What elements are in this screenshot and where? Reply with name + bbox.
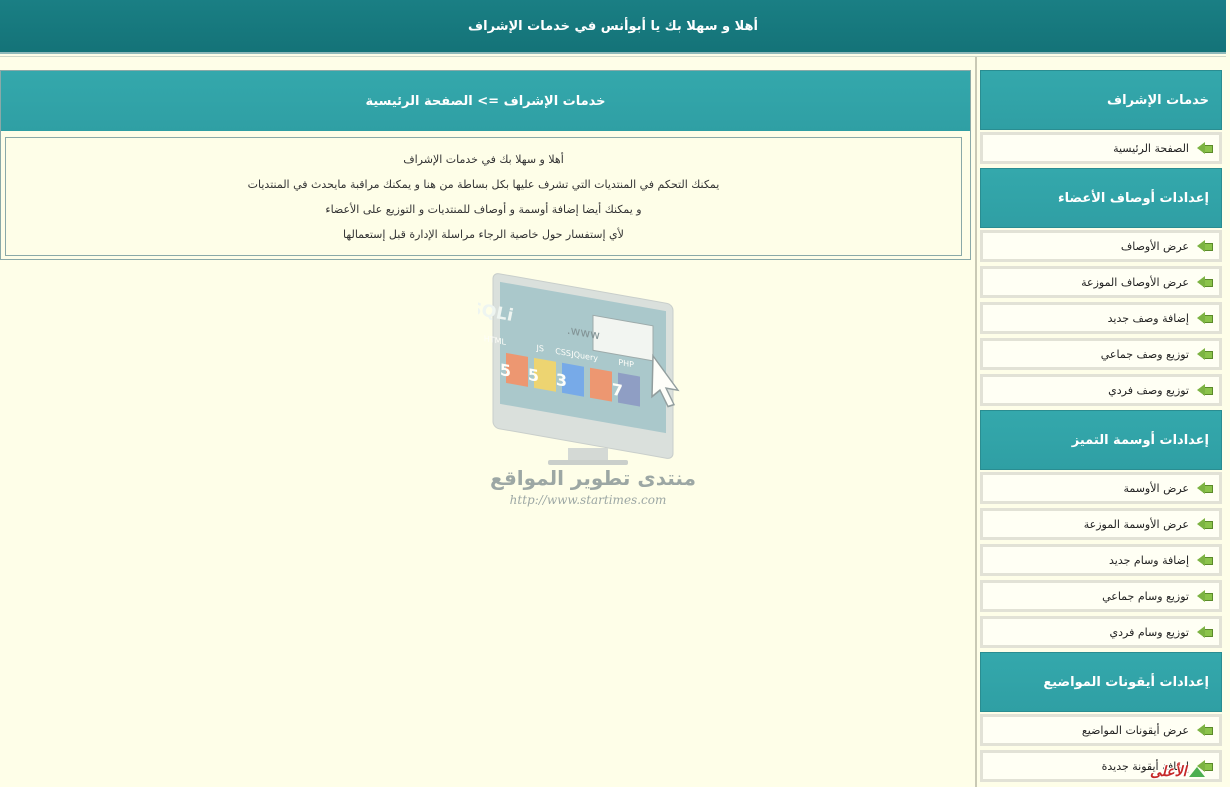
- sidebar-item-label: إضافة وسام جديد: [1109, 553, 1189, 567]
- sidebar-item-home[interactable]: الصفحة الرئيسية: [980, 132, 1222, 164]
- welcome-line: يمكنك التحكم في المنتديات التي تشرف عليه…: [247, 177, 720, 191]
- sidebar-item-label: توزيع وصف جماعي: [1100, 347, 1189, 361]
- arrow-left-icon: [1197, 518, 1213, 530]
- arrow-left-icon: [1197, 482, 1213, 494]
- sidebar-item-add-medal[interactable]: إضافة وسام جديد: [980, 544, 1222, 576]
- sidebar-item-label: عرض أيقونات المواضيع: [1081, 723, 1189, 737]
- sidebar-item-group-description[interactable]: توزيع وصف جماعي: [980, 338, 1222, 370]
- arrow-left-icon: [1197, 142, 1213, 154]
- sidebar-item-label: توزيع وسام جماعي: [1102, 589, 1189, 603]
- sidebar-item-single-medal[interactable]: توزيع وسام فردي: [980, 616, 1222, 648]
- sidebar-header-label: إعدادات أوصاف الأعضاء: [1058, 190, 1209, 206]
- sidebar-item-view-distributed-medals[interactable]: عرض الأوسمة الموزعة: [980, 508, 1222, 540]
- badge-css: 3: [556, 370, 567, 391]
- sidebar-header-label: إعدادات أيقونات المواضيع: [1043, 674, 1209, 690]
- sidebar-item-label: عرض الأوصاف: [1120, 239, 1189, 253]
- welcome-text: أهلا و سهلا بك يا أبوأنس في خدمات الإشرا…: [468, 18, 758, 34]
- back-to-top-label: الأعلى: [1150, 764, 1187, 780]
- js-label: JS: [536, 343, 544, 353]
- watermark-url: http://www.startimes.com: [510, 493, 667, 507]
- arrow-left-icon: [1197, 240, 1213, 252]
- sidebar-header-supervision: خدمات الإشراف: [980, 70, 1222, 130]
- sidebar-item-label: إضافة وصف جديد: [1107, 311, 1189, 325]
- sidebar-header-label: خدمات الإشراف: [1107, 92, 1209, 108]
- welcome-box: أهلا و سهلا بك في خدمات الإشراف يمكنك ال…: [5, 137, 962, 256]
- main-header: خدمات الإشراف => الصفحة الرئيسية: [1, 71, 970, 131]
- sidebar-item-view-descriptions[interactable]: عرض الأوصاف: [980, 230, 1222, 262]
- sidebar-item-label: عرض الأوصاف الموزعة: [1081, 275, 1189, 289]
- sidebar-header-descriptions: إعدادات أوصاف الأعضاء: [980, 168, 1222, 228]
- arrow-left-icon: [1197, 626, 1213, 638]
- arrow-left-icon: [1197, 384, 1213, 396]
- watermark-site-name: منتدى تطوير المواقع: [490, 466, 696, 490]
- vertical-divider: [975, 57, 977, 787]
- sidebar-item-group-medal[interactable]: توزيع وسام جماعي: [980, 580, 1222, 612]
- arrow-left-icon: [1197, 348, 1213, 360]
- sidebar-header-label: إعدادات أوسمة التميز: [1071, 432, 1209, 448]
- arrow-left-icon: [1197, 590, 1213, 602]
- arrow-left-icon: [1197, 312, 1213, 324]
- badge-html: 5: [500, 360, 511, 381]
- sidebar-item-view-distributed-descriptions[interactable]: عرض الأوصاف الموزعة: [980, 266, 1222, 298]
- welcome-line: لأي إستفسار حول خاصية الرجاء مراسلة الإد…: [343, 227, 624, 241]
- badge-php: 7: [612, 380, 623, 401]
- arrow-left-icon: [1197, 554, 1213, 566]
- sidebar-item-label: عرض الأوسمة الموزعة: [1083, 517, 1189, 531]
- sidebar-item-add-description[interactable]: إضافة وصف جديد: [980, 302, 1222, 334]
- top-divider: [0, 56, 1226, 57]
- sidebar-item-label: توزيع وسام فردي: [1109, 625, 1190, 639]
- arrow-left-icon: [1197, 276, 1213, 288]
- sidebar-item-view-medals[interactable]: عرض الأوسمة: [980, 472, 1222, 504]
- sidebar-item-label: عرض الأوسمة: [1123, 481, 1189, 495]
- arrow-left-icon: [1197, 724, 1213, 736]
- sidebar-item-single-description[interactable]: توزيع وصف فردي: [980, 374, 1222, 406]
- back-to-top-button[interactable]: الأعلى: [1150, 760, 1226, 784]
- sidebar-header-topic-icons: إعدادات أيقونات المواضيع: [980, 652, 1222, 712]
- sidebar: خدمات الإشراف الصفحة الرئيسية إعدادات أو…: [980, 70, 1222, 786]
- breadcrumb: خدمات الإشراف => الصفحة الرئيسية: [365, 93, 606, 109]
- badge-js: 5: [528, 365, 539, 386]
- sidebar-item-label: توزيع وصف فردي: [1108, 383, 1189, 397]
- sidebar-item-view-topic-icons[interactable]: عرض أيقونات المواضيع: [980, 714, 1222, 746]
- sidebar-item-label: الصفحة الرئيسية: [1113, 141, 1189, 155]
- main-panel: خدمات الإشراف => الصفحة الرئيسية أهلا و …: [0, 70, 971, 260]
- sidebar-header-medals: إعدادات أوسمة التميز: [980, 410, 1222, 470]
- top-welcome-bar: أهلا و سهلا بك يا أبوأنس في خدمات الإشرا…: [0, 0, 1226, 54]
- watermark-logo: MySQLi www. HTML JS CSS JQuery PHP 5 5 3…: [478, 273, 696, 507]
- welcome-line: و يمكنك أيضا إضافة أوسمة و أوصاف للمنتدي…: [325, 202, 642, 216]
- arrow-up-icon: [1188, 767, 1205, 777]
- welcome-line: أهلا و سهلا بك في خدمات الإشراف: [403, 152, 564, 166]
